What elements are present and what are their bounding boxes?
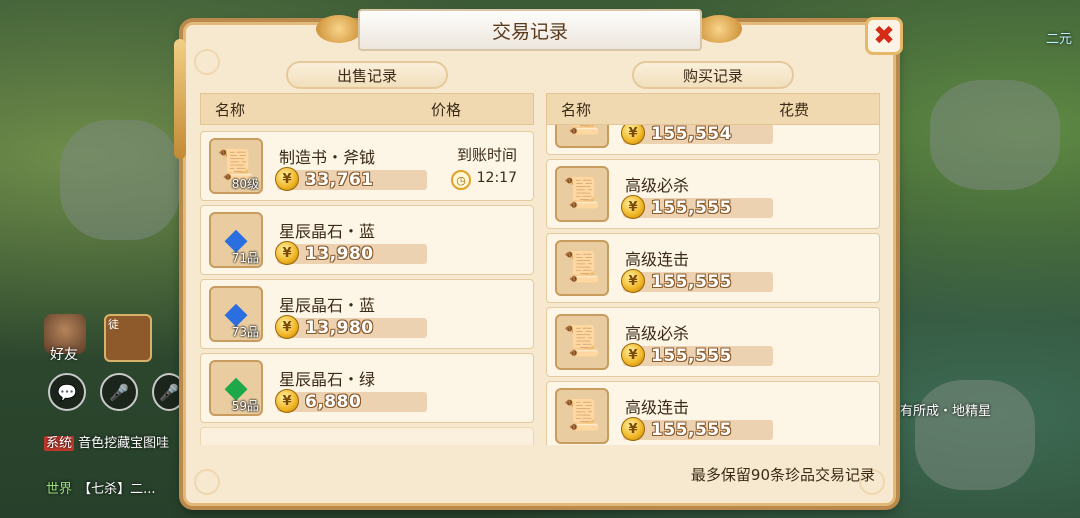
buy-item[interactable]: 📜 高级必杀 ¥155,555: [546, 307, 880, 377]
item-name: 星辰晶石・蓝: [279, 222, 376, 241]
scroll-book-icon: 📜 80级: [209, 138, 263, 194]
buy-item[interactable]: 📜 ¥155,554: [546, 125, 880, 155]
price-bar: ¥33,761: [275, 167, 427, 191]
friend-label[interactable]: 好友: [50, 344, 78, 364]
item-price: 155,555: [651, 346, 732, 366]
trade-record-dialog: 交易记录 ✖ 出售记录 名称 价格 📜 80级 制造书・斧钺 ¥33,761 到账…: [174, 9, 903, 506]
gold-coin-icon: ¥: [275, 167, 299, 191]
pet-icon[interactable]: 徒: [104, 314, 152, 362]
chat-text: 【七杀】二...: [78, 482, 156, 497]
blue-crystal-icon: ◆ 71品: [209, 212, 263, 268]
scroll-icon: 📜: [555, 166, 609, 222]
item-name: 星辰晶石・绿: [279, 370, 376, 389]
close-button[interactable]: ✖: [865, 17, 903, 55]
price-bar: ¥155,555: [621, 417, 773, 441]
microphone-icon[interactable]: 🎤: [100, 373, 138, 411]
gold-coin-icon: ¥: [621, 417, 645, 441]
title-ornament-left: [316, 15, 362, 43]
item-name: 高级连击: [625, 398, 690, 417]
pet-tag: 徒: [108, 318, 119, 331]
corner-decoration: [194, 469, 220, 495]
price-bar: ¥13,980: [275, 315, 427, 339]
scroll-icon: 📜: [555, 314, 609, 370]
footer-note: 最多保留90条珍品交易记录: [690, 466, 875, 484]
sell-list[interactable]: 📜 80级 制造书・斧钺 ¥33,761 到账时间 ◷ 12:17 ◆ 71品 星辰…: [200, 125, 534, 445]
tassel-decoration: [174, 39, 186, 159]
sell-item[interactable]: ◆ 73品 星辰晶石・蓝 ¥13,980: [200, 279, 534, 349]
item-price: 33,761: [305, 170, 374, 190]
tab-sell-records[interactable]: 出售记录: [286, 61, 448, 89]
sell-item[interactable]: ◆ 59品 星辰晶石・绿 ¥6,880: [200, 353, 534, 423]
item-price: 155,554: [651, 125, 732, 144]
item-name: 制造书・斧钺: [279, 148, 376, 167]
chat-channel: 系统: [44, 436, 75, 451]
price-bar: ¥155,555: [621, 343, 773, 367]
corner-decoration: [194, 49, 220, 75]
scroll-icon: 📜: [555, 388, 609, 444]
green-crystal-icon: ◆ 59品: [209, 360, 263, 416]
gold-coin-icon: ¥: [275, 389, 299, 413]
dialog-title: 交易记录: [358, 9, 702, 51]
item-price: 155,555: [651, 420, 732, 440]
arrive-time-value: 12:17: [476, 170, 517, 186]
sell-item-partial[interactable]: [200, 427, 534, 445]
item-level: 73品: [231, 325, 259, 339]
sell-col-price: 价格: [431, 100, 462, 119]
blue-crystal-icon: ◆ 73品: [209, 286, 263, 342]
right-hud-top: 二元: [1046, 32, 1073, 47]
gold-coin-icon: ¥: [621, 125, 645, 145]
clock-icon: ◷: [451, 170, 471, 190]
buy-header-row: 名称 花费: [546, 93, 880, 125]
chat-line[interactable]: 系统 音色挖藏宝图哇: [44, 432, 169, 451]
background-rock: [915, 380, 1035, 490]
chat-channel: 世界: [46, 482, 73, 497]
buy-col-name: 名称: [561, 100, 592, 119]
tab-buy-records[interactable]: 购买记录: [632, 61, 794, 89]
microphone-icon[interactable]: 🎤: [152, 373, 186, 411]
background-rock: [60, 120, 180, 240]
item-price: 155,555: [651, 272, 732, 292]
item-name: 高级必杀: [625, 176, 690, 195]
price-bar: ¥155,555: [621, 269, 773, 293]
item-level: 71品: [231, 251, 259, 265]
sell-col-name: 名称: [215, 100, 246, 119]
arrive-time-label: 到账时间: [456, 146, 517, 164]
gold-coin-icon: ¥: [621, 269, 645, 293]
sell-header-row: 名称 价格: [200, 93, 534, 125]
item-name: 高级连击: [625, 250, 690, 269]
sell-item[interactable]: 📜 80级 制造书・斧钺 ¥33,761 到账时间 ◷ 12:17: [200, 131, 534, 201]
item-name: 星辰晶石・蓝: [279, 296, 376, 315]
scroll-icon: 📜: [555, 240, 609, 296]
buy-item[interactable]: 📜 高级必杀 ¥155,555: [546, 159, 880, 229]
scroll-icon: 📜: [555, 125, 609, 148]
chat-line[interactable]: 世界 【七杀】二...: [44, 478, 156, 497]
buy-item[interactable]: 📜 高级连击 ¥155,555: [546, 233, 880, 303]
chat-bubble-icon[interactable]: 💬: [48, 373, 86, 411]
gold-coin-icon: ¥: [621, 195, 645, 219]
price-bar: ¥13,980: [275, 241, 427, 265]
gold-coin-icon: ¥: [275, 241, 299, 265]
chat-text: 音色挖藏宝图哇: [78, 436, 170, 451]
item-price: 6,880: [305, 392, 362, 412]
buy-list[interactable]: 📜 ¥155,554 📜 高级必杀 ¥155,555 📜 高级连击 ¥155,5…: [546, 125, 880, 445]
price-bar: ¥155,555: [621, 195, 773, 219]
item-level: 59品: [231, 399, 259, 413]
item-price: 155,555: [651, 198, 732, 218]
gold-coin-icon: ¥: [275, 315, 299, 339]
item-name: 高级必杀: [625, 324, 690, 343]
right-hud-mid: 有所成・地精星: [900, 404, 992, 419]
title-ornament-right: [696, 15, 742, 43]
buy-col-cost: 花费: [779, 100, 810, 119]
price-bar: ¥6,880: [275, 389, 427, 413]
item-level: 80级: [231, 177, 259, 191]
gold-coin-icon: ¥: [621, 343, 645, 367]
sell-item[interactable]: ◆ 71品 星辰晶石・蓝 ¥13,980: [200, 205, 534, 275]
item-price: 13,980: [305, 318, 374, 338]
item-price: 13,980: [305, 244, 374, 264]
buy-item[interactable]: 📜 高级连击 ¥155,555: [546, 381, 880, 445]
price-bar: ¥155,554: [621, 125, 773, 145]
background-rock: [930, 80, 1060, 190]
